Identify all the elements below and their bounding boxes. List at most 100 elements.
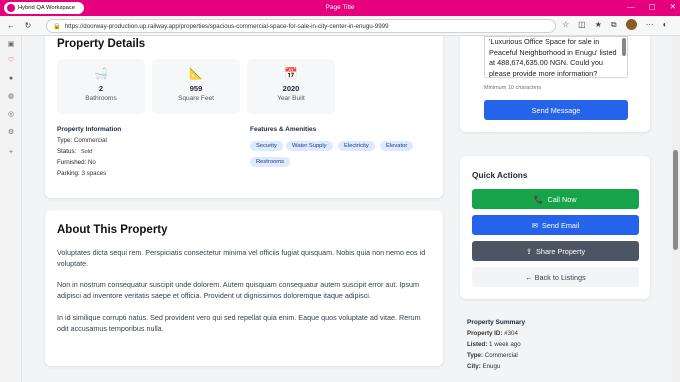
summary-row: Property ID: #304 (467, 330, 647, 337)
about-paragraph: In id similique corrupti natus. Sed prov… (57, 312, 421, 333)
stat-label: Square Feet (178, 95, 214, 102)
about-paragraph: Non in nostrum consequatur suscipit unde… (57, 280, 419, 301)
info-value: Commercial (73, 137, 107, 144)
share-icon: ⇪ (525, 246, 533, 256)
about-property-card: About This Property Voluptates dicta seq… (45, 210, 443, 366)
info-key: Parking: (57, 170, 80, 177)
stat-value: 959 (189, 84, 203, 93)
bath-icon: 🛁 (94, 68, 108, 80)
minimize-icon[interactable]: — (627, 2, 635, 11)
tools-icon[interactable]: ⚙ (6, 128, 16, 138)
info-key: Type: (57, 137, 73, 144)
quick-actions-title: Quick Actions (472, 170, 528, 180)
summary-value: Commercial (484, 352, 518, 359)
property-information-heading: Property Information (57, 126, 122, 133)
summary-value: #304 (504, 330, 518, 337)
property-summary-title: Property Summary (467, 319, 526, 326)
send-message-label: Send Message (531, 105, 581, 115)
message-textarea[interactable]: 'Luxurious Office Space for sale in Peac… (484, 36, 628, 78)
feature-chip: Elevator (380, 141, 414, 151)
property-details-card: Property Details 🛁 2 Bathrooms 📐 959 Squ… (45, 36, 443, 198)
back-to-listings-label: ← Back to Listings (525, 272, 586, 282)
back-to-listings-button[interactable]: ← Back to Listings (472, 267, 639, 287)
summary-key: Property ID: (467, 330, 503, 337)
about-description: Voluptates dicta sequi rem. Perspiciatis… (57, 247, 432, 334)
avatar[interactable] (625, 19, 637, 30)
call-now-label: Call Now (547, 194, 577, 204)
summary-row: Type: Commercial (467, 352, 647, 359)
textarea-scrollbar[interactable] (622, 38, 626, 56)
favorites-icon[interactable]: ★ (595, 20, 602, 29)
browser-toolbar: ← ↻ 🔒 https://doorway-production.up.rail… (0, 16, 680, 36)
favorite-site-icon[interactable]: ♡ (6, 56, 16, 66)
summary-value: Enugu (482, 363, 501, 370)
more-icon[interactable]: ⋯ (646, 20, 654, 29)
send-message-button[interactable]: Send Message (484, 100, 628, 120)
info-value: No (87, 159, 96, 166)
info-row: Status: Sold (57, 148, 237, 155)
games-icon[interactable]: ◎ (6, 110, 16, 120)
about-title: About This Property (57, 224, 168, 236)
browser-sidebar: ▣ ♡ ● ◍ ◎ ⚙ + (0, 36, 22, 382)
window-title-bar: Hybrid QA Workspace Page Title — ▢ ✕ (0, 0, 680, 16)
property-details-title: Property Details (57, 38, 146, 50)
back-icon[interactable]: ← (5, 21, 17, 30)
collections-icon[interactable]: ⧉ (611, 20, 617, 30)
stat-value: 2020 (282, 84, 300, 93)
message-hint: Minimum 10 characters (484, 85, 542, 91)
stat-value: 2 (98, 84, 104, 93)
calendar-icon: 📅 (284, 68, 298, 80)
summary-key: Type: (467, 352, 484, 359)
phone-icon: 📞 (534, 194, 544, 204)
contact-card: 'Luxurious Office Space for sale in Peac… (460, 36, 650, 132)
copilot-icon[interactable]: ◐ (663, 20, 668, 29)
send-email-label: Send Email (541, 220, 580, 230)
property-information: Property Information Type: Commercial St… (57, 126, 237, 177)
page-content: Property Details 🛁 2 Bathrooms 📐 959 Squ… (22, 36, 672, 382)
share-property-label: Share Property (536, 246, 586, 256)
info-value: 3 spaces (81, 170, 107, 177)
info-row: Type: Commercial (57, 137, 237, 144)
summary-key: Listed: (467, 341, 488, 348)
maximize-icon[interactable]: ▢ (649, 2, 656, 11)
summary-row: Listed: 1 week ago (467, 341, 647, 348)
feature-chip: Water Supply (286, 141, 333, 151)
shopping-icon[interactable]: ◍ (6, 92, 16, 102)
info-key: Furnished: (57, 159, 87, 166)
ruler-icon: 📐 (189, 68, 203, 80)
summary-row: City: Enugu (467, 363, 647, 370)
info-row: Parking: 3 spaces (57, 170, 237, 177)
summary-value: 1 week ago (489, 341, 521, 348)
stat-year-built: 📅 2020 Year Built (247, 59, 335, 114)
email-icon: ✉ (531, 220, 538, 230)
info-row: Furnished: No (57, 159, 237, 166)
stat-square-feet: 📐 959 Square Feet (152, 59, 240, 114)
about-paragraph: Voluptates dicta sequi rem. Perspiciatis… (57, 248, 426, 269)
split-icon[interactable]: ◫ (578, 20, 586, 29)
page-title: Page Title (325, 4, 355, 11)
address-bar[interactable]: 🔒 https://doorway-production.up.railway.… (46, 19, 556, 33)
app-icon[interactable]: ● (6, 74, 16, 84)
send-email-button[interactable]: ✉ Send Email (472, 215, 639, 235)
stat-label: Bathrooms (85, 95, 117, 102)
property-summary: Property Summary Property ID: #304 Liste… (467, 319, 647, 370)
stat-label: Year Built (277, 95, 305, 102)
feature-chip: Electricity (338, 141, 375, 151)
tabs-icon[interactable]: ▣ (6, 40, 16, 50)
features-heading: Features & Amenities (250, 126, 317, 133)
page-scrollbar-thumb[interactable] (673, 150, 678, 250)
feature-chip: Security (250, 141, 283, 151)
star-icon[interactable]: ☆ (562, 20, 569, 29)
add-icon[interactable]: + (6, 148, 16, 158)
feature-chip: Restrooms (250, 157, 291, 167)
quick-actions-card: Quick Actions 📞 Call Now ✉ Send Email ⇪ Sha… (460, 156, 650, 299)
url-text: https://doorway-production.up.railway.ap… (64, 22, 389, 30)
refresh-icon[interactable]: ↻ (22, 21, 34, 30)
info-key: Status: (57, 148, 77, 155)
call-now-button[interactable]: 📞 Call Now (472, 189, 639, 209)
status-badge: Sold (81, 149, 93, 155)
summary-key: City: (467, 363, 481, 370)
stat-bathrooms: 🛁 2 Bathrooms (57, 59, 145, 114)
close-icon[interactable]: ✕ (670, 2, 676, 11)
share-property-button[interactable]: ⇪ Share Property (472, 241, 639, 261)
